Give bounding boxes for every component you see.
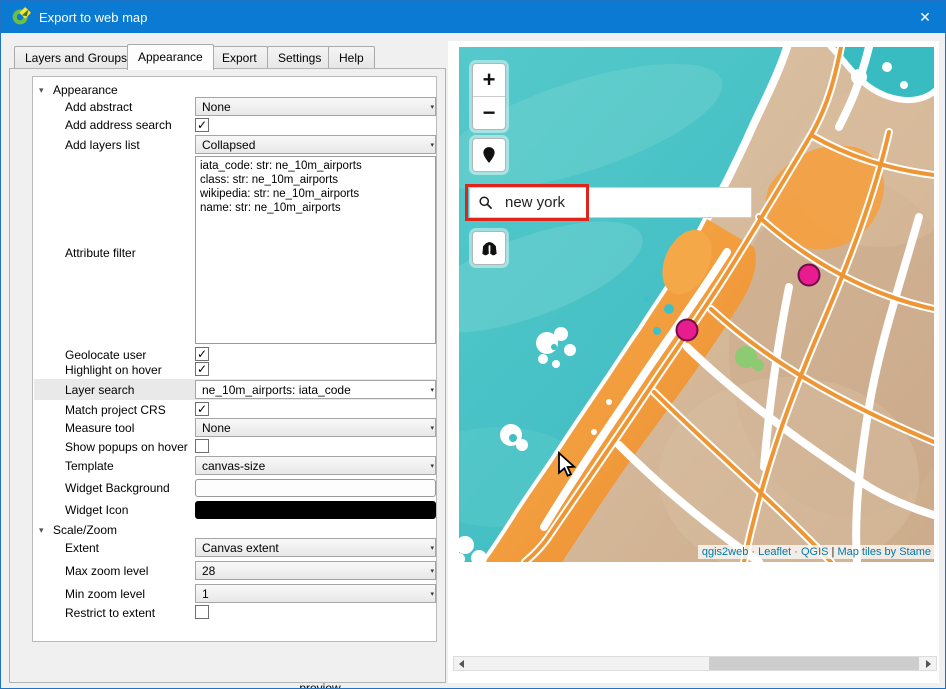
attribute-filter-item[interactable]: iata_code: str: ne_10m_airports bbox=[200, 159, 431, 173]
add-layers-list-select[interactable]: Collapsed ▾ bbox=[195, 135, 436, 154]
min-zoom-level-value: 1 bbox=[202, 587, 209, 601]
chevron-down-icon: ▾ bbox=[430, 421, 434, 437]
chevron-down-icon: ▾ bbox=[430, 587, 434, 603]
tab-settings[interactable]: Settings bbox=[267, 46, 332, 69]
extent-value: Canvas extent bbox=[202, 541, 279, 555]
measure-tool-label: Measure tool bbox=[65, 421, 134, 435]
attribution-leaflet-link[interactable]: Leaflet bbox=[758, 546, 791, 558]
chevron-down-icon: ▾ bbox=[430, 383, 434, 399]
chevron-down-icon: ▾ bbox=[430, 100, 434, 116]
titlebar: Export to web map ✕ bbox=[1, 1, 945, 33]
show-popups-on-hover-label: Show popups on hover bbox=[65, 440, 188, 454]
template-label: Template bbox=[65, 459, 114, 473]
extent-label: Extent bbox=[65, 541, 99, 555]
highlight-on-hover-checkbox[interactable]: ✓ bbox=[195, 362, 209, 376]
match-project-crs-label: Match project CRS bbox=[65, 403, 166, 417]
appearance-settings-tree: ▾ Appearance Add abstract None ▾ Add add… bbox=[32, 76, 437, 642]
measure-tool-select[interactable]: None ▾ bbox=[195, 418, 436, 437]
zoom-control: + − bbox=[472, 63, 506, 130]
tab-layers-and-groups[interactable]: Layers and Groups bbox=[14, 46, 138, 69]
appearance-tab-page: ▾ Appearance Add abstract None ▾ Add add… bbox=[9, 68, 446, 683]
tab-help[interactable]: Help bbox=[328, 46, 375, 69]
watercolor-map-tiles bbox=[459, 47, 934, 562]
add-abstract-label: Add abstract bbox=[65, 100, 132, 114]
attribute-filter-item[interactable]: class: str: ne_10m_airports bbox=[200, 173, 431, 187]
close-button[interactable]: ✕ bbox=[905, 1, 945, 33]
collapse-triangle-icon[interactable]: ▾ bbox=[39, 85, 49, 96]
measure-tool-value: None bbox=[202, 421, 231, 435]
check-icon: ✓ bbox=[197, 347, 207, 361]
geolocate-button[interactable] bbox=[472, 138, 506, 172]
map-pin-icon bbox=[480, 146, 498, 164]
group-appearance-label: Appearance bbox=[53, 83, 118, 97]
add-address-search-label: Add address search bbox=[65, 118, 172, 132]
window-title: Export to web map bbox=[39, 10, 147, 25]
attribute-filter-item[interactable]: wikipedia: str: ne_10m_airports bbox=[200, 187, 431, 201]
binoculars-icon bbox=[480, 239, 499, 258]
show-popups-on-hover-checkbox[interactable] bbox=[195, 439, 209, 453]
check-icon: ✓ bbox=[197, 362, 207, 376]
chevron-down-icon: ▾ bbox=[430, 138, 434, 154]
attribution-tiles-link[interactable]: Map tiles by Stame bbox=[837, 546, 931, 558]
min-zoom-level-select[interactable]: 1 ▾ bbox=[195, 584, 436, 603]
horizontal-scrollbar[interactable] bbox=[453, 656, 937, 671]
add-abstract-select[interactable]: None ▾ bbox=[195, 97, 436, 116]
scrollbar-thumb[interactable] bbox=[709, 657, 919, 670]
export-to-web-map-dialog: Export to web map ✕ Layers and Groups Ap… bbox=[0, 0, 946, 689]
zoom-in-button[interactable]: + bbox=[473, 64, 505, 96]
min-zoom-level-label: Min zoom level bbox=[65, 587, 145, 601]
check-icon: ✓ bbox=[197, 402, 207, 416]
template-select[interactable]: canvas-size ▾ bbox=[195, 456, 436, 475]
layer-search-label: Layer search bbox=[65, 383, 134, 397]
widget-icon-label: Widget Icon bbox=[65, 503, 128, 517]
layer-search-select[interactable]: ne_10m_airports: iata_code ▾ bbox=[195, 380, 436, 399]
add-layers-list-value: Collapsed bbox=[202, 138, 255, 152]
max-zoom-level-select[interactable]: 28 ▾ bbox=[195, 561, 436, 580]
map-preview-pane: + − bbox=[448, 41, 939, 683]
restrict-to-extent-checkbox[interactable] bbox=[195, 605, 209, 619]
max-zoom-level-label: Max zoom level bbox=[65, 564, 148, 578]
attribution-pipe: | bbox=[832, 546, 835, 558]
attribution-separator: · bbox=[751, 546, 755, 558]
collapse-triangle-icon[interactable]: ▾ bbox=[39, 525, 49, 536]
add-layers-list-label: Add layers list bbox=[65, 138, 140, 152]
search-layer-button[interactable] bbox=[472, 231, 506, 265]
geolocate-user-label: Geolocate user bbox=[65, 348, 146, 362]
zoom-out-button[interactable]: − bbox=[473, 97, 505, 129]
attribute-filter-item[interactable]: name: str: ne_10m_airports bbox=[200, 201, 431, 215]
scroll-right-button[interactable] bbox=[921, 657, 936, 670]
chevron-down-icon: ▾ bbox=[430, 564, 434, 580]
group-scale-zoom-label: Scale/Zoom bbox=[53, 523, 117, 537]
scroll-right-icon bbox=[926, 660, 931, 668]
highlight-on-hover-label: Highlight on hover bbox=[65, 363, 162, 377]
scroll-left-button[interactable] bbox=[454, 657, 469, 670]
tab-export[interactable]: Export bbox=[211, 46, 268, 69]
qgis-logo-icon bbox=[11, 7, 31, 27]
restrict-to-extent-label: Restrict to extent bbox=[65, 606, 155, 620]
match-project-crs-checkbox[interactable]: ✓ bbox=[195, 402, 209, 416]
add-address-search-checkbox[interactable]: ✓ bbox=[195, 118, 209, 132]
check-icon: ✓ bbox=[197, 118, 207, 132]
extent-select[interactable]: Canvas extent ▾ bbox=[195, 538, 436, 557]
chevron-down-icon: ▾ bbox=[430, 541, 434, 557]
add-abstract-value: None bbox=[202, 100, 231, 114]
tab-appearance[interactable]: Appearance bbox=[127, 44, 214, 70]
geolocate-user-checkbox[interactable]: ✓ bbox=[195, 347, 209, 361]
widget-icon-color-button[interactable] bbox=[195, 501, 436, 519]
attribute-filter-list[interactable]: iata_code: str: ne_10m_airports class: s… bbox=[195, 156, 436, 344]
max-zoom-level-value: 28 bbox=[202, 564, 215, 578]
widget-background-label: Widget Background bbox=[65, 481, 170, 495]
attribution-qgis2web-link[interactable]: qgis2web bbox=[702, 546, 748, 558]
attribution-separator: · bbox=[794, 546, 798, 558]
chevron-down-icon: ▾ bbox=[430, 459, 434, 475]
search-highlight-rectangle bbox=[465, 184, 589, 221]
leaflet-map-preview[interactable]: + − bbox=[459, 47, 934, 562]
attribution-qgis-link[interactable]: QGIS bbox=[801, 546, 829, 558]
attribute-filter-label: Attribute filter bbox=[65, 246, 136, 260]
widget-background-color-button[interactable] bbox=[195, 479, 436, 497]
map-attribution: qgis2web · Leaflet · QGIS | Map tiles by… bbox=[698, 545, 934, 559]
template-value: canvas-size bbox=[202, 459, 265, 473]
layer-search-value: ne_10m_airports: iata_code bbox=[202, 383, 351, 397]
scroll-left-icon bbox=[459, 660, 464, 668]
